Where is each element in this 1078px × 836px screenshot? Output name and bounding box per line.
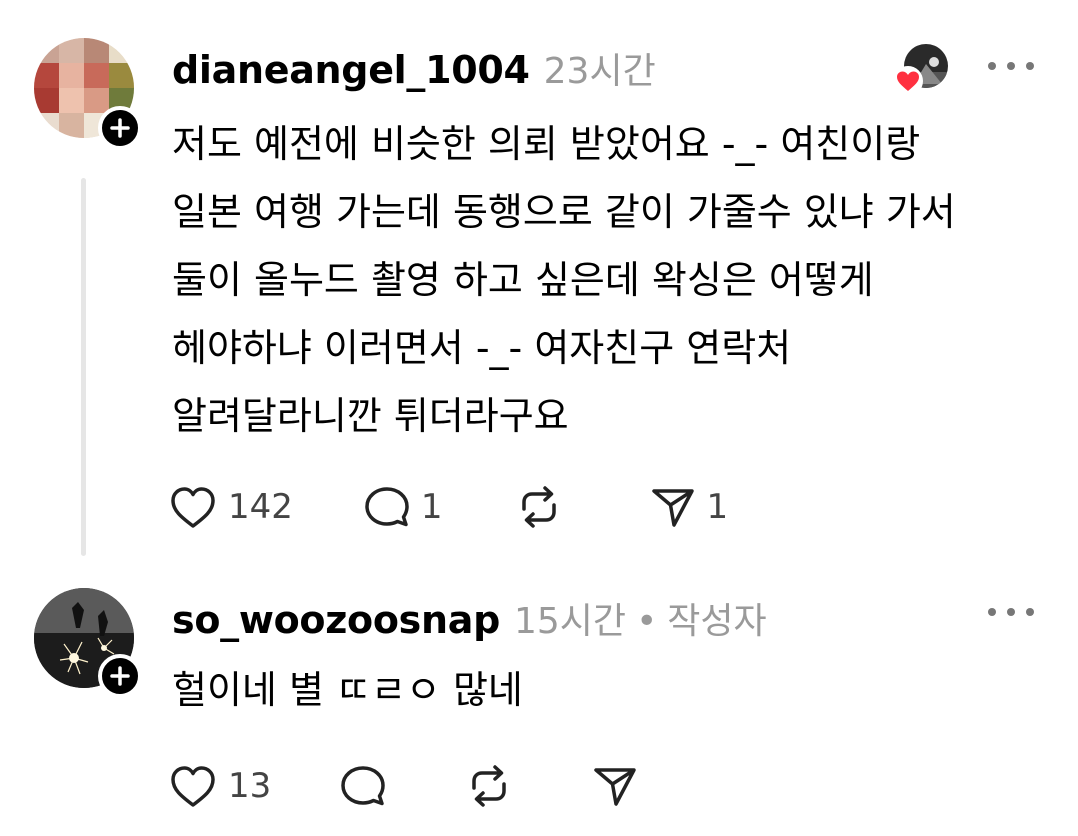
reply-button[interactable] bbox=[339, 762, 397, 810]
heart-outline-icon bbox=[171, 766, 215, 807]
repost-button[interactable] bbox=[515, 483, 573, 531]
plus-icon bbox=[110, 118, 130, 138]
liked-heart-icon bbox=[893, 66, 923, 96]
share-count: 1 bbox=[706, 487, 729, 527]
speech-bubble-icon bbox=[341, 766, 386, 806]
like-count: 13 bbox=[228, 766, 272, 806]
more-options-ellipsis-icon[interactable] bbox=[988, 602, 1034, 622]
repost-arrows-icon bbox=[521, 486, 556, 528]
comment-1: dianeangel_1004 23시간 저도 예전에 비슷한 의뢰 받았어요 … bbox=[0, 0, 1078, 570]
follow-button[interactable] bbox=[98, 106, 142, 150]
timestamp: 23시간 bbox=[543, 51, 656, 92]
thread-line bbox=[81, 178, 86, 556]
like-button[interactable]: 13 bbox=[168, 762, 271, 810]
follow-button[interactable] bbox=[98, 654, 142, 698]
like-count: 142 bbox=[228, 487, 293, 527]
reply-count: 1 bbox=[420, 487, 443, 527]
comment-header: so_woozoosnap 15시간 • 작성자 bbox=[172, 592, 767, 644]
comment-text: 저도 예전에 비슷한 의뢰 받았어요 -_- 여친이랑 일본 여행 가는데 동행… bbox=[172, 122, 956, 438]
repost-arrows-icon bbox=[472, 765, 507, 807]
comment-text: 헐이네 별 ㄸㄹㅇ 많네 bbox=[172, 668, 523, 712]
timestamp: 15시간 bbox=[514, 601, 627, 642]
comment-2: so_woozoosnap 15시간 • 작성자 헐이네 별 ㄸㄹㅇ 많네 13 bbox=[0, 570, 1078, 836]
action-bar: 13 bbox=[168, 762, 681, 810]
like-button[interactable]: 142 bbox=[168, 483, 293, 531]
plus-icon bbox=[110, 666, 130, 686]
author-badge: 작성자 bbox=[667, 601, 767, 642]
heart-outline-icon bbox=[171, 487, 215, 528]
more-options-ellipsis-icon[interactable] bbox=[988, 56, 1034, 76]
share-button[interactable]: 1 bbox=[649, 483, 729, 531]
paper-plane-icon bbox=[651, 489, 694, 527]
comment-header: dianeangel_1004 23시간 bbox=[172, 42, 656, 94]
username[interactable]: so_woozoosnap bbox=[172, 598, 500, 642]
repost-button[interactable] bbox=[465, 762, 523, 810]
paper-plane-icon bbox=[594, 768, 637, 806]
username[interactable]: dianeangel_1004 bbox=[172, 48, 530, 92]
action-bar: 142 1 1 bbox=[168, 483, 760, 531]
reply-button[interactable]: 1 bbox=[363, 483, 443, 531]
share-button[interactable] bbox=[591, 762, 649, 810]
separator-dot: • bbox=[636, 601, 658, 642]
speech-bubble-icon bbox=[365, 487, 409, 527]
